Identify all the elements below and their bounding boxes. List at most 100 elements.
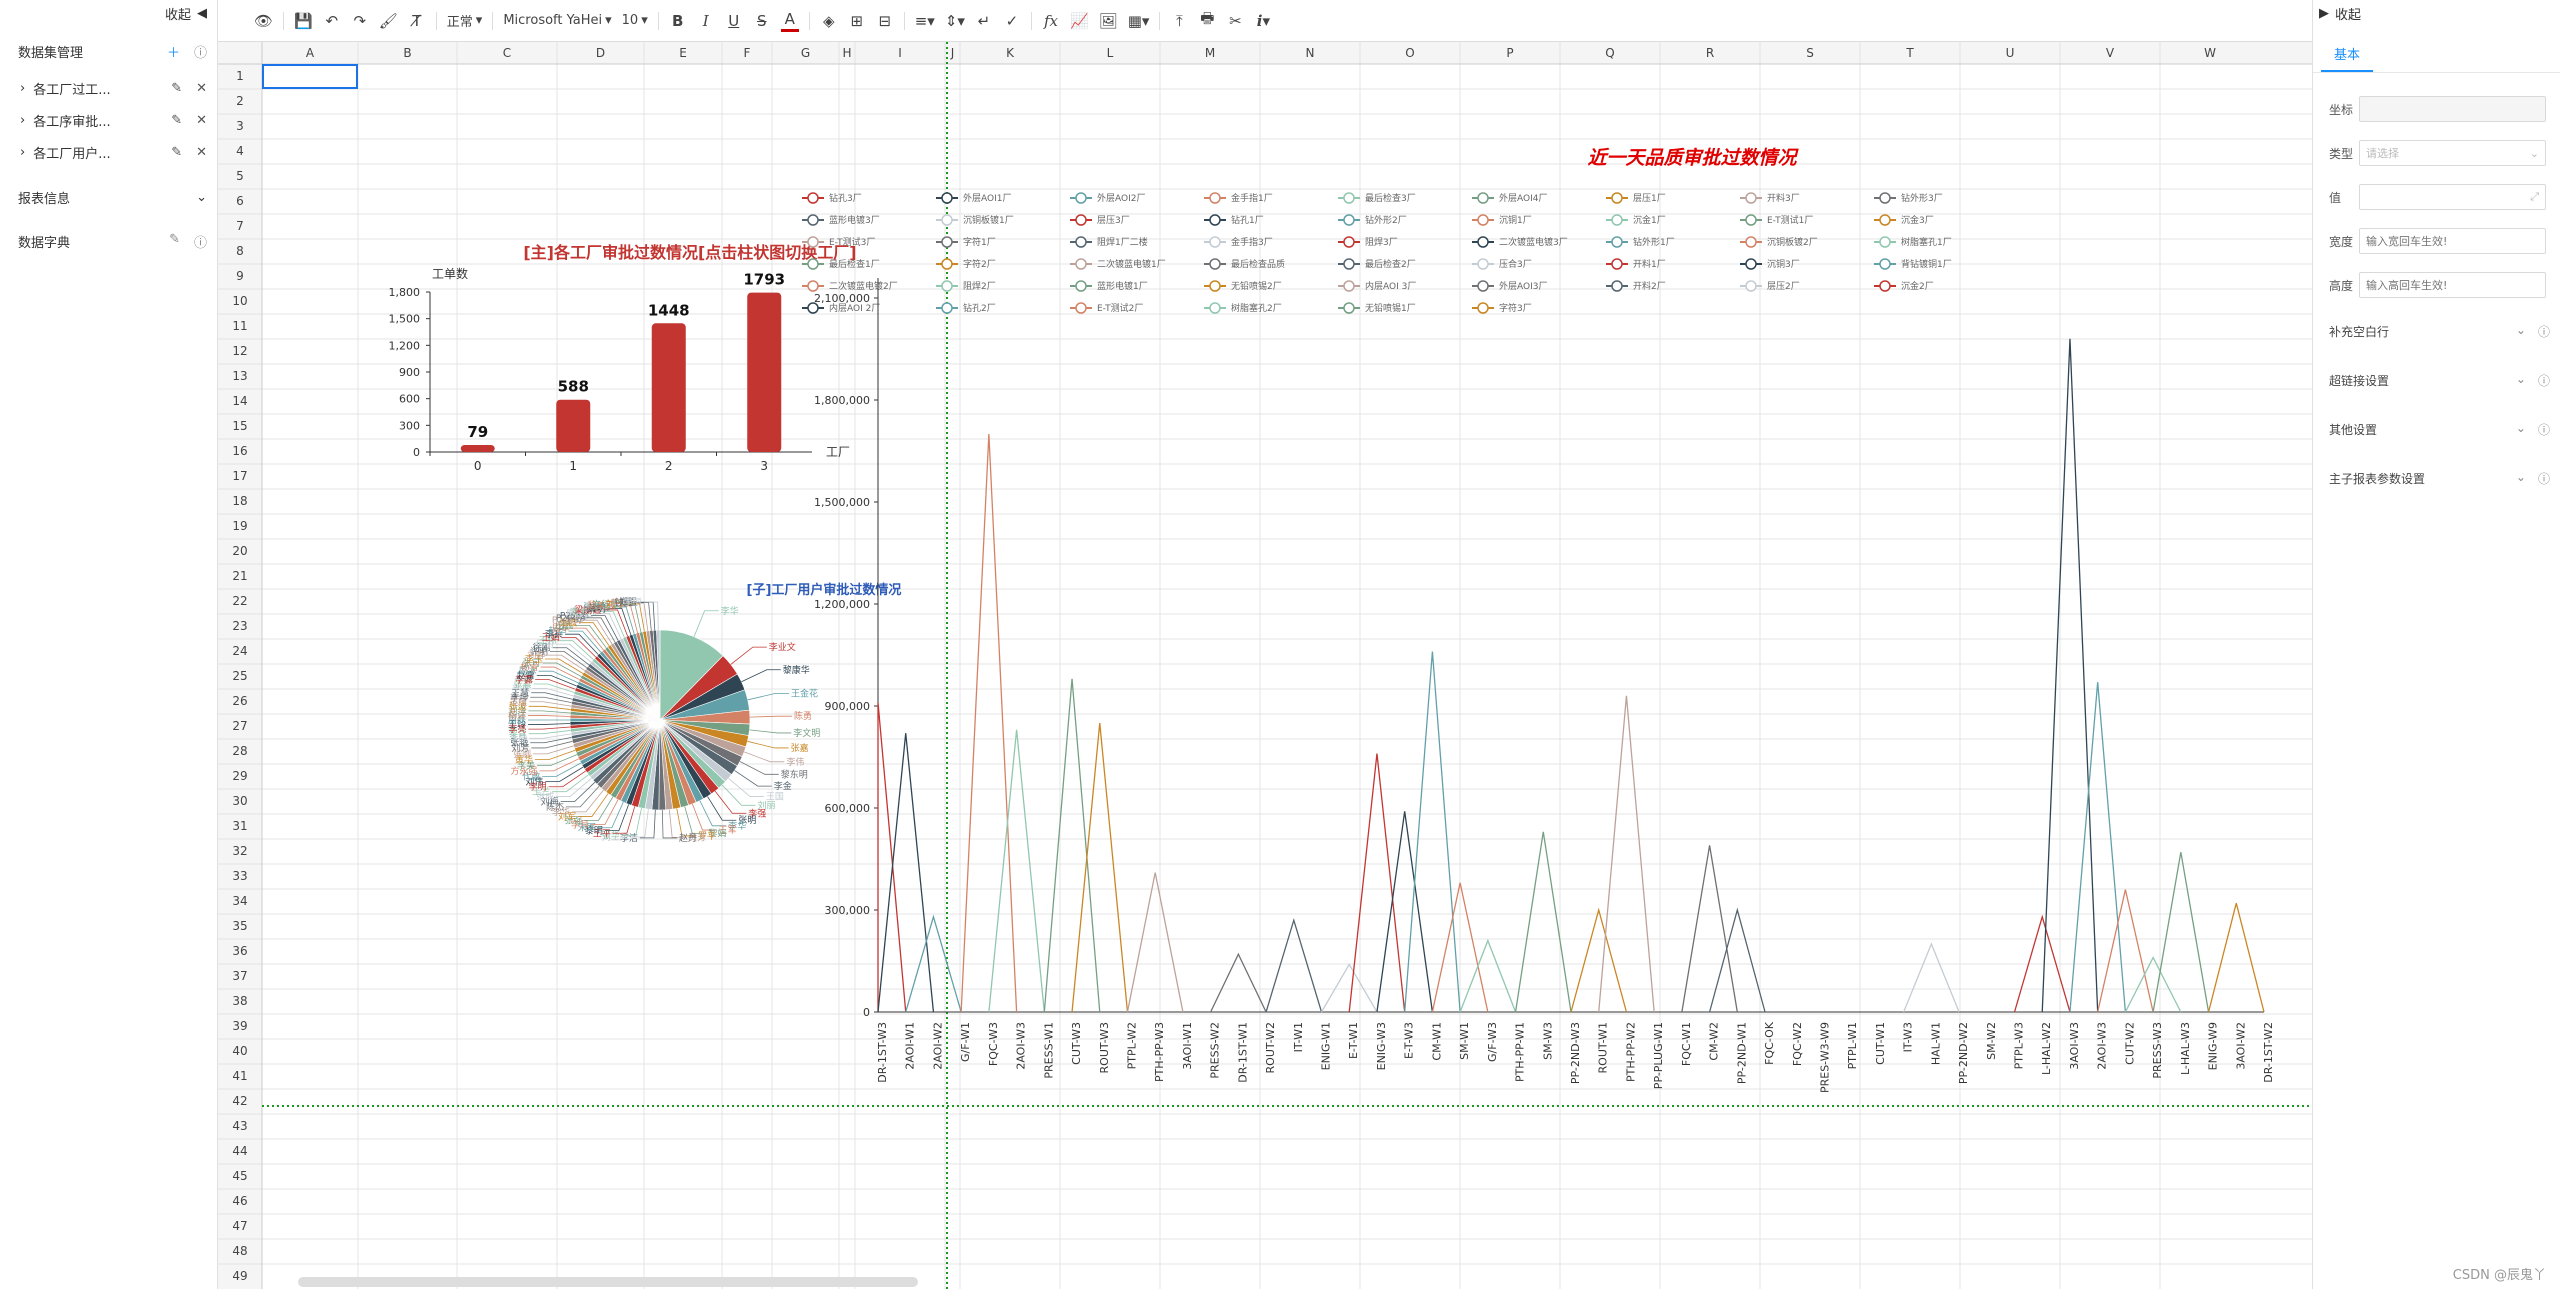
- chevron-right-icon[interactable]: ›: [20, 113, 25, 128]
- horizontal-scrollbar[interactable]: [298, 1277, 918, 1287]
- wrap-text-icon[interactable]: ↵: [975, 10, 993, 32]
- row-header[interactable]: 18: [232, 494, 247, 508]
- help-icon[interactable]: ⓘ: [194, 232, 207, 251]
- print-icon[interactable]: 🖶: [1198, 9, 1216, 32]
- chevron-down-icon[interactable]: ⌄: [196, 190, 207, 205]
- section-hyperlink[interactable]: 超链接设置 ⌄ ⓘ: [2313, 356, 2560, 405]
- column-header[interactable]: B: [403, 46, 411, 60]
- column-header[interactable]: V: [2106, 46, 2115, 60]
- row-header[interactable]: 28: [232, 744, 247, 758]
- value-field[interactable]: ⤢: [2359, 184, 2546, 210]
- help-icon[interactable]: ⓘ: [194, 42, 207, 61]
- help-icon[interactable]: ⓘ: [2538, 323, 2550, 340]
- row-header[interactable]: 12: [232, 344, 247, 358]
- chart-icon[interactable]: 📈: [1070, 10, 1089, 32]
- row-header[interactable]: 25: [232, 669, 247, 683]
- column-header[interactable]: R: [1706, 46, 1714, 60]
- row-header[interactable]: 4: [236, 144, 244, 158]
- font-color-icon[interactable]: A: [780, 10, 799, 32]
- row-header[interactable]: 40: [232, 1044, 247, 1058]
- edit-icon[interactable]: ✎: [171, 81, 182, 96]
- dataset-item[interactable]: › 各工序审批... ✎ ✕: [0, 104, 217, 136]
- row-header[interactable]: 33: [232, 869, 247, 883]
- add-dataset-icon[interactable]: ＋: [167, 42, 180, 61]
- row-header[interactable]: 39: [232, 1019, 247, 1033]
- type-select[interactable]: 请选择 ⌄: [2359, 140, 2546, 166]
- row-header[interactable]: 37: [232, 969, 247, 983]
- font-size-select[interactable]: 10 ▾: [622, 10, 648, 32]
- bold-icon[interactable]: B: [669, 10, 687, 32]
- row-header[interactable]: 32: [232, 844, 247, 858]
- row-header[interactable]: 36: [232, 944, 247, 958]
- formula-icon[interactable]: fx: [1042, 10, 1060, 32]
- fill-color-icon[interactable]: ◈: [820, 10, 838, 32]
- image-icon[interactable]: 🖼: [1099, 10, 1118, 32]
- row-header[interactable]: 2: [236, 94, 244, 108]
- row-header[interactable]: 22: [232, 594, 247, 608]
- column-header[interactable]: Q: [1605, 46, 1614, 60]
- help-icon[interactable]: ⓘ: [2538, 470, 2550, 487]
- row-header[interactable]: 49: [232, 1269, 247, 1283]
- row-header[interactable]: 46: [232, 1194, 247, 1208]
- row-header[interactable]: 24: [232, 644, 247, 658]
- row-header[interactable]: 1: [236, 69, 244, 83]
- row-header[interactable]: 48: [232, 1244, 247, 1258]
- upload-icon[interactable]: ⤒: [1170, 10, 1188, 32]
- right-collapse[interactable]: ▶ 收起: [2313, 0, 2560, 26]
- row-header[interactable]: 8: [236, 244, 244, 258]
- section-master-detail[interactable]: 主子报表参数设置 ⌄ ⓘ: [2313, 454, 2560, 503]
- merge-cells-icon[interactable]: ⊟: [876, 10, 894, 32]
- column-header[interactable]: P: [1506, 46, 1513, 60]
- row-header[interactable]: 26: [232, 694, 247, 708]
- column-header[interactable]: C: [503, 46, 511, 60]
- row-header[interactable]: 19: [232, 519, 247, 533]
- row-header[interactable]: 5: [236, 169, 244, 183]
- row-header[interactable]: 30: [232, 794, 247, 808]
- spreadsheet[interactable]: A B C D E F G H I J K L M N O P Q R S T U V W 1 2 3 4 5 6 7 8 9 10 11 12 13…: [218, 42, 2312, 1289]
- row-header[interactable]: 17: [232, 469, 247, 483]
- row-header[interactable]: 10: [232, 294, 247, 308]
- row-header[interactable]: 14: [232, 394, 247, 408]
- tools-icon[interactable]: ✂: [1226, 10, 1244, 32]
- undo-icon[interactable]: ↶: [323, 10, 341, 32]
- row-header[interactable]: 6: [236, 194, 244, 208]
- row-header[interactable]: 29: [232, 769, 247, 783]
- underline-icon[interactable]: U: [725, 10, 743, 32]
- column-header[interactable]: U: [2006, 46, 2015, 60]
- row-header[interactable]: 11: [232, 319, 247, 333]
- column-header[interactable]: E: [679, 46, 687, 60]
- column-header[interactable]: O: [1405, 46, 1414, 60]
- chevron-right-icon[interactable]: ›: [20, 81, 25, 96]
- row-header[interactable]: 15: [232, 419, 247, 433]
- row-header[interactable]: 45: [232, 1169, 247, 1183]
- style-select[interactable]: 正常 ▾: [447, 10, 483, 32]
- redo-icon[interactable]: ↷: [351, 10, 369, 32]
- column-header[interactable]: G: [801, 46, 810, 60]
- left-collapse[interactable]: 收起 ◀: [0, 0, 217, 26]
- dataset-item[interactable]: › 各工厂用户... ✎ ✕: [0, 136, 217, 168]
- section-blank-rows[interactable]: 补充空白行 ⌄ ⓘ: [2313, 307, 2560, 356]
- row-header[interactable]: 13: [232, 369, 247, 383]
- column-header[interactable]: D: [596, 46, 605, 60]
- column-header[interactable]: H: [842, 46, 851, 60]
- report-info-section[interactable]: 报表信息 ⌄: [0, 184, 217, 210]
- column-header[interactable]: K: [1006, 46, 1015, 60]
- column-header[interactable]: J: [950, 46, 955, 60]
- row-header[interactable]: 7: [236, 219, 244, 233]
- close-icon[interactable]: ✕: [196, 81, 207, 96]
- column-header[interactable]: T: [1905, 46, 1914, 60]
- tab-basic[interactable]: 基本: [2321, 38, 2373, 72]
- row-header[interactable]: 23: [232, 619, 247, 633]
- row-header[interactable]: 35: [232, 919, 247, 933]
- height-input[interactable]: [2359, 272, 2546, 298]
- clear-format-icon[interactable]: T̸: [408, 10, 426, 32]
- section-other[interactable]: 其他设置 ⌄ ⓘ: [2313, 405, 2560, 454]
- row-header[interactable]: 42: [232, 1094, 247, 1108]
- row-header[interactable]: 27: [232, 719, 247, 733]
- row-header[interactable]: 47: [232, 1219, 247, 1233]
- column-header[interactable]: I: [898, 46, 902, 60]
- row-header[interactable]: 34: [232, 894, 247, 908]
- column-header[interactable]: F: [744, 46, 751, 60]
- help-icon[interactable]: ⓘ: [2538, 372, 2550, 389]
- row-header[interactable]: 21: [232, 569, 247, 583]
